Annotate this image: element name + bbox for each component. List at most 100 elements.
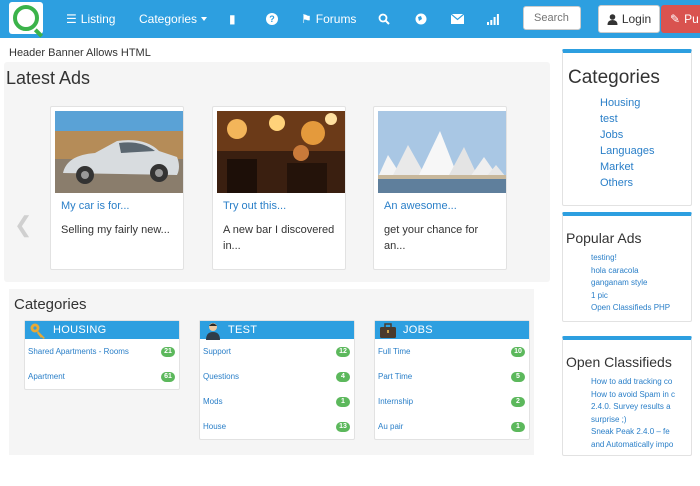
category-label: Internship xyxy=(378,397,414,406)
count-badge: 1 xyxy=(336,396,350,407)
category-header[interactable]: HOUSING xyxy=(25,321,179,339)
login-button[interactable]: Login xyxy=(598,5,660,33)
sidebar-category-link[interactable]: Housing xyxy=(600,95,691,111)
sidebar-popular-ads-panel: Popular Ads testing! hola caracola ganga… xyxy=(562,212,692,322)
ad-description: A new bar I discovered in... xyxy=(223,224,335,252)
sidebar-category-link[interactable]: Jobs xyxy=(600,127,691,143)
count-badge: 5 xyxy=(511,371,525,382)
popular-ad-link[interactable]: ganganam style xyxy=(591,277,691,290)
nav-map[interactable] xyxy=(415,0,427,38)
category-label: Mods xyxy=(203,397,223,406)
category-row[interactable]: Mods 1 xyxy=(200,389,354,414)
nav-listing[interactable]: ☰ Listing xyxy=(66,0,115,38)
category-label: Apartment xyxy=(28,372,65,381)
count-badge: 61 xyxy=(161,371,175,382)
ad-photo-opera-house[interactable] xyxy=(378,111,506,193)
category-box-jobs: JOBS Full Time 10 Part Time 5 Internship 2 … xyxy=(374,320,530,440)
nav-categories-label: Categories xyxy=(139,12,198,26)
ad-card[interactable]: Try out this... A new bar I discovered i… xyxy=(212,106,346,270)
ad-title-link[interactable]: My car is for... xyxy=(61,200,129,212)
nav-blog[interactable]: ▮ xyxy=(229,0,240,38)
carousel-prev-icon[interactable]: ❮ xyxy=(14,212,32,238)
oc-news-link[interactable]: 2.4.0. Survey results a xyxy=(591,401,691,414)
count-badge: 4 xyxy=(336,371,350,382)
category-row[interactable]: Support 12 xyxy=(200,339,354,364)
popular-ad-link[interactable]: testing! xyxy=(591,252,691,265)
category-name: JOBS xyxy=(403,324,433,336)
ad-card[interactable]: An awesome... get your chance for an... xyxy=(373,106,507,270)
briefcase-icon xyxy=(380,323,396,338)
category-row[interactable]: Part Time 5 xyxy=(375,364,529,389)
ad-title-link[interactable]: Try out this... xyxy=(223,200,286,212)
ad-description: Selling my fairly new... xyxy=(61,224,170,236)
person-icon xyxy=(206,323,220,340)
category-header[interactable]: JOBS xyxy=(375,321,529,339)
oc-news-link[interactable]: Sneak Peak 2.4.0 – fe xyxy=(591,426,691,439)
popular-ad-link[interactable]: 1 pic xyxy=(591,290,691,303)
book-icon: ▮ xyxy=(229,12,236,26)
nav-faq[interactable]: ? xyxy=(266,0,278,38)
header-banner: Header Banner Allows HTML xyxy=(9,47,151,59)
category-box-test: TEST Support 12 Questions 4 Mods 1 House 13 xyxy=(199,320,355,440)
ad-photo-bar[interactable] xyxy=(217,111,345,193)
oc-news-link[interactable]: How to add tracking co xyxy=(591,376,691,389)
publish-label: Pu xyxy=(684,12,699,26)
category-label: Support xyxy=(203,347,232,356)
count-badge: 21 xyxy=(161,346,175,357)
nav-forums[interactable]: ⚑ Forums xyxy=(301,0,356,38)
nav-forums-label: Forums xyxy=(315,12,357,26)
category-label: Shared Apartments - Rooms xyxy=(28,347,129,356)
signal-icon xyxy=(487,13,499,25)
nav-search[interactable] xyxy=(378,0,390,38)
category-row[interactable]: Au pair 1 xyxy=(375,414,529,439)
popular-ad-link[interactable]: hola caracola xyxy=(591,265,691,278)
category-header[interactable]: TEST xyxy=(200,321,354,340)
oc-news-link[interactable]: and Automatically impo xyxy=(591,439,691,452)
list-icon: ☰ xyxy=(66,12,77,26)
count-badge: 13 xyxy=(336,421,350,432)
sidebar-category-link[interactable]: test xyxy=(600,111,691,127)
category-label: House xyxy=(203,422,227,431)
ad-description: get your chance for an... xyxy=(384,224,479,252)
sidebar-categories-title: Categories xyxy=(568,67,660,88)
ad-card[interactable]: My car is for... Selling my fairly new..… xyxy=(50,106,184,270)
user-icon xyxy=(607,13,618,25)
sidebar-categories-panel: Categories Housing test Jobs Languages M… xyxy=(562,49,692,206)
login-label: Login xyxy=(621,12,652,26)
category-label: Questions xyxy=(203,372,240,381)
sidebar-category-link[interactable]: Others xyxy=(600,175,691,191)
publish-button[interactable]: ✎ Pu xyxy=(661,5,700,33)
ad-title-link[interactable]: An awesome... xyxy=(384,200,457,212)
categories-section: Categories HOUSING Shared Apartments - R… xyxy=(9,289,534,455)
category-name: TEST xyxy=(228,324,258,336)
category-row[interactable]: Questions 4 xyxy=(200,364,354,389)
category-row[interactable]: Full Time 10 xyxy=(375,339,529,364)
category-row[interactable]: House 13 xyxy=(200,414,354,439)
site-logo[interactable] xyxy=(9,2,43,34)
sidebar-category-link[interactable]: Market xyxy=(600,159,691,175)
top-navbar: ☰ Listing Categories ▮ ? ⚑ Forums Login … xyxy=(0,0,700,38)
category-row[interactable]: Internship 2 xyxy=(375,389,529,414)
ad-photo-car[interactable] xyxy=(55,111,183,193)
count-badge: 12 xyxy=(336,346,350,357)
nav-listing-label: Listing xyxy=(80,12,116,26)
category-row[interactable]: Shared Apartments - Rooms 21 xyxy=(25,339,179,364)
pencil-icon: ✎ xyxy=(670,12,681,26)
sidebar-category-link[interactable]: Languages xyxy=(600,143,691,159)
count-badge: 1 xyxy=(511,421,525,432)
key-icon xyxy=(30,323,45,339)
logo-magnifier-icon xyxy=(13,5,39,31)
nav-contact[interactable] xyxy=(451,0,464,38)
nav-categories[interactable]: Categories xyxy=(139,0,208,38)
category-label: Full Time xyxy=(378,347,411,356)
envelope-icon xyxy=(451,14,464,24)
popular-ad-link[interactable]: Open Classifieds PHP xyxy=(591,302,691,315)
tag-icon: ⚑ xyxy=(301,12,312,26)
open-classifieds-title: Open Classifieds xyxy=(566,354,672,370)
oc-news-link[interactable]: surprise ;) xyxy=(591,414,691,427)
category-row[interactable]: Apartment 61 xyxy=(25,364,179,389)
oc-news-link[interactable]: How to avoid Spam in c xyxy=(591,389,691,402)
nav-stats[interactable] xyxy=(487,0,499,38)
search-input[interactable] xyxy=(523,6,581,30)
sidebar-open-classifieds-panel: Open Classifieds How to add tracking co … xyxy=(562,336,692,456)
